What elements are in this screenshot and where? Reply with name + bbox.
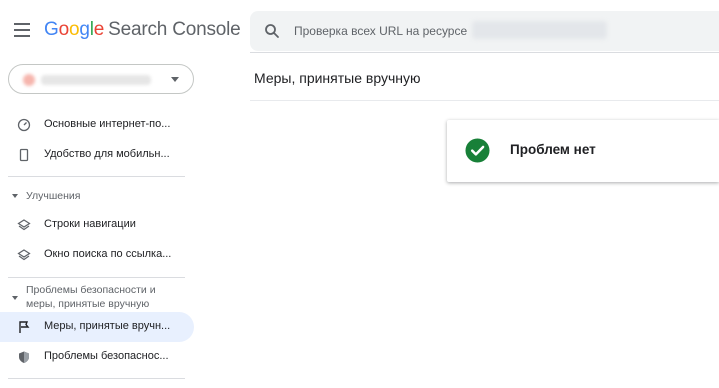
- status-label: Проблем нет: [510, 142, 596, 157]
- logo-letter: o: [68, 19, 80, 40]
- sidebar-item-sitelinks-searchbox[interactable]: Окно поиска по ссылка...: [0, 240, 194, 270]
- section-header-label: Проблемы безопасности и: [26, 284, 156, 296]
- sidebar-item-security-issues[interactable]: Проблемы безопаснос...: [0, 342, 194, 372]
- divider: [8, 378, 185, 379]
- caret-down-icon: [12, 194, 18, 198]
- layers-icon: [17, 249, 31, 261]
- caret-down-icon: [12, 296, 18, 300]
- section-header-label: Улучшения: [26, 190, 81, 202]
- property-selector[interactable]: [8, 64, 194, 94]
- shield-icon: [19, 351, 29, 363]
- search-icon: [265, 24, 279, 38]
- sidebar-item-label: Основные интернет-по...: [44, 118, 171, 130]
- property-favicon: [23, 74, 35, 86]
- divider: [8, 176, 185, 177]
- status-card: Проблем нет: [447, 120, 719, 182]
- sidebar-item-label: Окно поиска по ссылка...: [44, 248, 172, 260]
- section-header-security[interactable]: Проблемы безопасности и меры, принятые в…: [0, 282, 194, 312]
- sidebar-item-label: Строки навигации: [44, 218, 136, 230]
- blurred-property-name: [41, 75, 151, 85]
- divider: [250, 52, 719, 53]
- section-header-label: меры, принятые вручную: [26, 298, 150, 310]
- url-inspection-search-bar[interactable]: Проверка всех URL на ресурсе: [250, 11, 719, 51]
- divider: [250, 100, 719, 101]
- sidebar-item-label: Проблемы безопаснос...: [44, 350, 169, 362]
- logo-letter: G: [44, 19, 59, 40]
- google-search-console-logo[interactable]: Google Search Console: [44, 19, 241, 41]
- logo-letter: o: [58, 19, 70, 40]
- blurred-property-url: [472, 21, 607, 39]
- sidebar-item-mobile-usability[interactable]: Удобство для мобильн...: [0, 140, 194, 170]
- hamburger-menu-icon[interactable]: [14, 23, 30, 37]
- sidebar-item-breadcrumbs[interactable]: Строки навигации: [0, 210, 194, 240]
- product-name: Search Console: [108, 19, 241, 40]
- section-header-improvements[interactable]: Улучшения: [0, 186, 194, 206]
- logo-letter: g: [79, 19, 90, 40]
- phone-icon: [19, 148, 29, 162]
- logo-letter: e: [93, 19, 105, 40]
- sidebar: Основные интернет-по... Удобство для моб…: [0, 60, 206, 388]
- sidebar-item-manual-actions[interactable]: Меры, принятые вручн...: [0, 312, 194, 342]
- top-bar: Google Search Console Проверка всех URL н…: [0, 0, 719, 60]
- sidebar-item-label: Меры, принятые вручн...: [44, 320, 171, 332]
- gauge-icon: [17, 118, 31, 132]
- sidebar-item-core-web-vitals[interactable]: Основные интернет-по...: [0, 110, 194, 140]
- divider: [8, 277, 185, 278]
- check-circle-icon: [465, 138, 490, 163]
- layers-icon: [17, 219, 31, 231]
- search-placeholder: Проверка всех URL на ресурсе: [294, 24, 468, 38]
- dropdown-caret-icon: [171, 77, 179, 82]
- flag-icon: [19, 321, 30, 333]
- sidebar-item-label: Удобство для мобильн...: [44, 148, 170, 160]
- page-title: Меры, принятые вручную: [254, 70, 421, 86]
